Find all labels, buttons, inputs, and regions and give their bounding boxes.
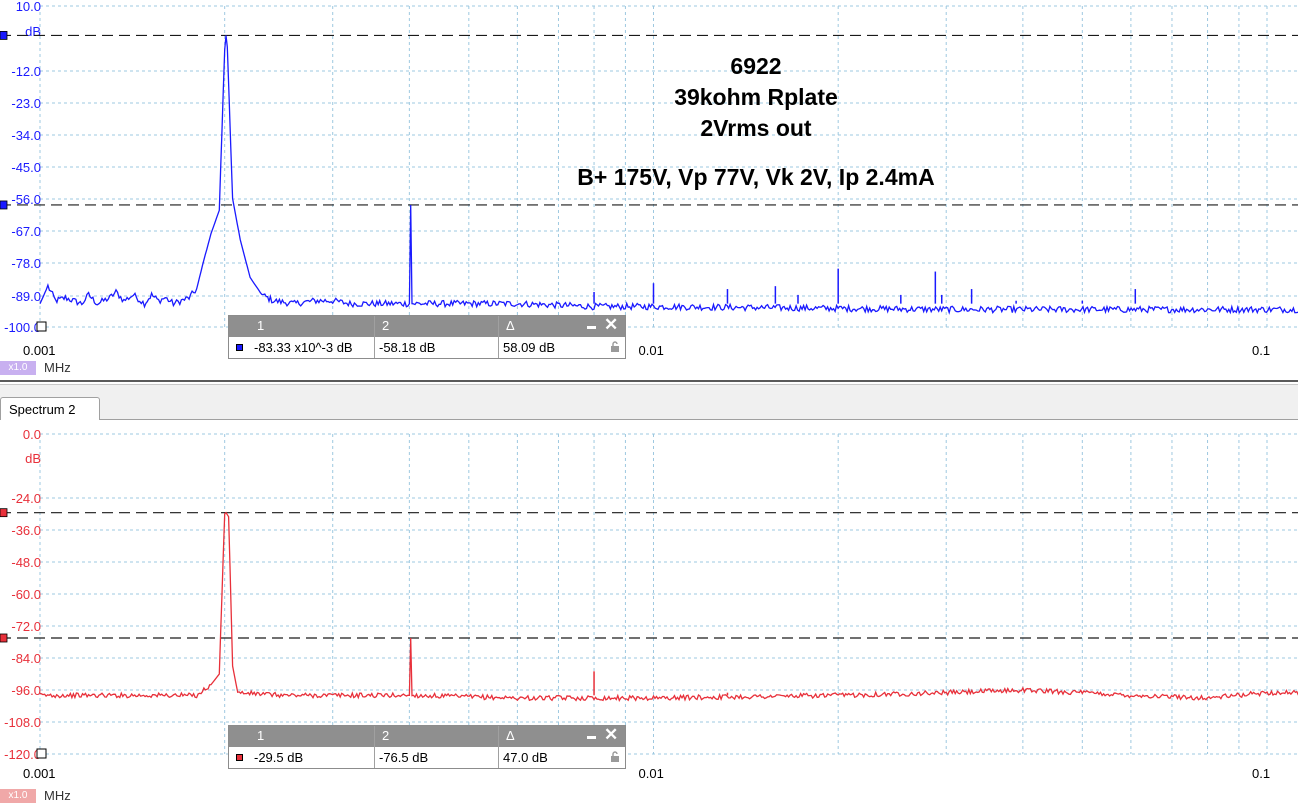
cursor-2-value: -76.5 dB (379, 750, 429, 765)
tab-spectrum-2[interactable]: Spectrum 2 (0, 397, 100, 420)
y-tick-label: -36.0 (11, 523, 41, 538)
x-tick-label: 0.001 (23, 343, 56, 358)
spectrum-2-tabstrip: Spectrum 2 (0, 385, 1298, 420)
x-tick-label: 0.001 (23, 766, 56, 781)
cursor-2-value: -58.18 dB (379, 340, 436, 355)
x-tick-label: 0.1 (1252, 766, 1270, 781)
measurement-header: 1 2 Δ ✕ (229, 725, 625, 747)
lock-icon[interactable] (610, 751, 620, 763)
measurement-header: 1 2 Δ ✕ (229, 315, 625, 337)
y-tick-label: -72.0 (11, 619, 41, 634)
y-tick-label: 10.0 (16, 0, 41, 14)
minimize-icon[interactable] (587, 320, 597, 329)
annotation-block: 6922 39kohm Rplate 2Vrms out B+ 175V, Vp… (520, 51, 992, 193)
column-separator (498, 316, 499, 358)
spectrum-2-chart: 0.0 -24.0 -36.0 -48.0 -60.0 -72.0 -84.0 -96.0 -1… (0, 427, 1298, 781)
y-tick-label: -45.0 (11, 160, 41, 175)
minimize-icon[interactable] (587, 730, 597, 739)
y-tick-label: -34.0 (11, 128, 41, 143)
x-tick-label: 0.1 (1252, 343, 1270, 358)
y-tick-label: -24.0 (11, 491, 41, 506)
x-tick-label: 0.01 (639, 343, 664, 358)
header-cursor-1: 1 (257, 728, 265, 743)
y-tick-label: -100.0 (4, 320, 41, 335)
cursor-handle (0, 200, 8, 210)
spectrum-analyzer-window: 10.0 -12.0 -23.0 -34.0 -45.0 -56.0 -67.0 -78.0-… (0, 0, 1298, 807)
measurement-panel-1[interactable]: 1 2 Δ ✕ -83.33 x10^-3 dB -58.18 dB 58.09… (228, 315, 626, 359)
header-cursor-2: 2 (382, 728, 390, 743)
y-tick-label: -12.0 (11, 64, 41, 79)
close-icon[interactable]: ✕ (604, 725, 618, 745)
measurement-panel-2[interactable]: 1 2 Δ ✕ -29.5 dB -76.5 dB 47.0 dB (228, 725, 626, 769)
cursor-handle (0, 31, 8, 40)
y-tick-label: 0.0 (23, 427, 41, 442)
annotation-output: 2Vrms out (700, 115, 812, 141)
grid (39, 433, 1298, 755)
header-cursor-1: 1 (257, 318, 265, 333)
lock-icon[interactable] (610, 341, 620, 353)
y-tick-label: -96.0 (11, 683, 41, 698)
y-tick-label: -48.0 (11, 555, 41, 570)
y-tick-label: -60.0 (11, 587, 41, 602)
x-unit-label-1: MHz (44, 360, 71, 375)
header-delta: Δ (506, 318, 515, 333)
cursor-1-value: -83.33 x10^-3 dB (254, 340, 353, 355)
y-tick-label: -78.0 (11, 256, 41, 271)
y-unit-label: dB (25, 451, 41, 466)
y-tick-label: -89.0 (11, 289, 41, 304)
column-separator (374, 316, 375, 358)
delta-value: 47.0 dB (503, 750, 548, 765)
y-tick-label: -23.0 (11, 96, 41, 111)
annotation-rplate: 39kohm Rplate (674, 84, 838, 110)
column-separator (498, 726, 499, 768)
trace-color-swatch (236, 344, 243, 351)
x-unit-label-2: MHz (44, 788, 71, 803)
origin-marker (36, 321, 47, 332)
annotation-tube: 6922 (730, 53, 782, 79)
trace-line (39, 511, 1298, 702)
y-tick-label: -108.0 (4, 715, 41, 730)
y-unit-label: dB (25, 24, 41, 39)
cursor-handle (0, 633, 8, 643)
y-tick-label: -67.0 (11, 224, 41, 239)
delta-value: 58.09 dB (503, 340, 556, 355)
annotation-operating-point: B+ 175V, Vp 77V, Vk 2V, Ip 2.4mA (577, 164, 935, 190)
x-zoom-badge-1[interactable]: x1.0 (0, 361, 36, 375)
cursor-handle (0, 508, 8, 518)
x-tick-label: 0.01 (639, 766, 664, 781)
close-icon[interactable]: ✕ (604, 315, 618, 335)
cursor-1-value: -29.5 dB (254, 750, 304, 765)
y-tick-label: -84.0 (11, 651, 41, 666)
header-cursor-2: 2 (382, 318, 390, 333)
measurement-values: -29.5 dB -76.5 dB 47.0 dB (229, 747, 625, 768)
trace-color-swatch (236, 754, 243, 761)
x-zoom-badge-2[interactable]: x1.0 (0, 789, 36, 803)
column-separator (374, 726, 375, 768)
origin-marker (36, 748, 47, 759)
y-tick-label: -120.0 (4, 747, 41, 762)
header-delta: Δ (506, 728, 515, 743)
measurement-values: -83.33 x10^-3 dB -58.18 dB 58.09 dB (229, 337, 625, 358)
